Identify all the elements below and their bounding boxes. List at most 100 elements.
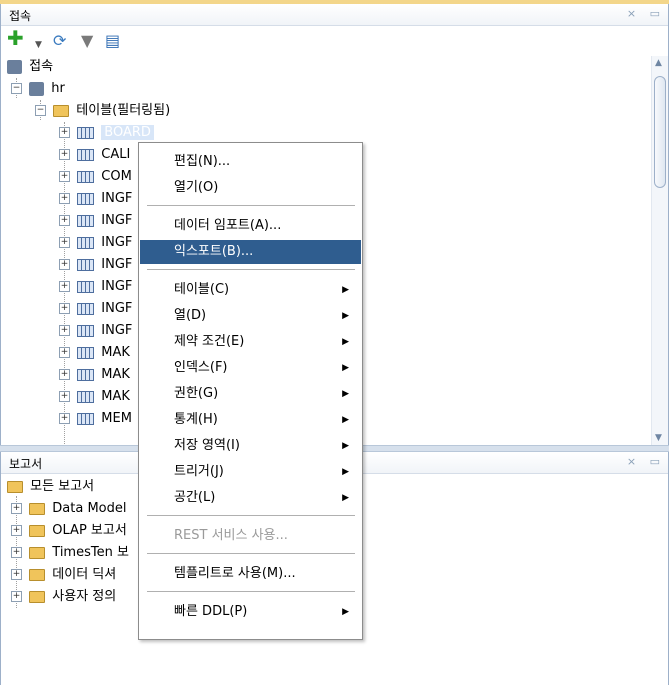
expand-toggle-icon[interactable]: +	[11, 591, 22, 602]
menu-separator	[147, 205, 355, 206]
tree-table-item[interactable]: + INGF	[59, 254, 132, 276]
expand-toggle-icon[interactable]: +	[59, 215, 70, 226]
menu-item-export[interactable]: 익스포트(B)...	[140, 240, 361, 264]
menu-item-import-data[interactable]: 데이터 임포트(A)...	[140, 214, 361, 238]
tree-tables-folder[interactable]: − 테이블(필터링됨)	[35, 100, 170, 122]
minimize-icon[interactable]: ▭	[650, 7, 660, 20]
connections-panel-title: 접속	[9, 9, 32, 23]
expand-toggle-icon[interactable]: +	[59, 369, 70, 380]
menu-item-edit[interactable]: 편집(N)...	[140, 150, 361, 174]
menu-item-use-as-template[interactable]: 템플리트로 사용(M)...	[140, 562, 361, 586]
scrollbar-thumb[interactable]	[654, 76, 666, 188]
tree-table-item[interactable]: + MEM	[59, 408, 132, 430]
menu-item-storage[interactable]: 저장 영역(I) ▶	[140, 434, 361, 458]
table-icon	[77, 236, 95, 249]
dropdown-arrow-icon[interactable]: ▼	[35, 37, 42, 53]
expand-toggle-icon[interactable]: +	[11, 569, 22, 580]
menu-item-column[interactable]: 열(D) ▶	[140, 304, 361, 328]
menu-separator	[147, 591, 355, 592]
filter-icon[interactable]: ▼	[81, 33, 93, 49]
submenu-arrow-icon: ▶	[342, 311, 349, 321]
menu-item-trigger[interactable]: 트리거(J) ▶	[140, 460, 361, 484]
expand-toggle-icon[interactable]: +	[11, 525, 22, 536]
expand-toggle-icon[interactable]: +	[59, 259, 70, 270]
expand-toggle-icon[interactable]: +	[59, 347, 70, 358]
tree-vertical-scrollbar[interactable]: ▲ ▼	[651, 56, 668, 445]
table-icon	[77, 390, 95, 403]
connections-icon	[7, 59, 22, 74]
tree-table-item[interactable]: + BOARD	[59, 122, 154, 144]
submenu-arrow-icon: ▶	[342, 285, 349, 295]
table-icon	[77, 148, 95, 161]
schema-browser-icon[interactable]: ▤	[105, 33, 120, 49]
menu-item-spatial[interactable]: 공간(L) ▶	[140, 486, 361, 510]
expand-toggle-icon[interactable]: +	[11, 503, 22, 514]
tree-table-item[interactable]: + INGF	[59, 188, 132, 210]
reports-item[interactable]: + 사용자 정의	[11, 586, 116, 608]
expand-toggle-icon[interactable]: +	[59, 171, 70, 182]
reports-item[interactable]: + Data Model	[11, 498, 127, 520]
reports-root[interactable]: 모든 보고서	[7, 476, 94, 498]
tree-table-item[interactable]: + COM	[59, 166, 132, 188]
table-icon	[77, 280, 95, 293]
close-icon[interactable]: ×	[627, 7, 636, 20]
close-icon[interactable]: ×	[627, 455, 636, 468]
menu-item-privileges[interactable]: 권한(G) ▶	[140, 382, 361, 406]
menu-separator	[147, 553, 355, 554]
menu-item-constraint[interactable]: 제약 조건(E) ▶	[140, 330, 361, 354]
submenu-arrow-icon: ▶	[342, 363, 349, 373]
submenu-arrow-icon: ▶	[342, 415, 349, 425]
scroll-up-icon[interactable]: ▲	[655, 58, 662, 68]
tree-table-item[interactable]: + INGF	[59, 276, 132, 298]
database-connection-icon	[29, 81, 45, 96]
expand-toggle-icon[interactable]: +	[59, 127, 70, 138]
submenu-arrow-icon: ▶	[342, 493, 349, 503]
tree-root-connections[interactable]: 접속	[7, 56, 53, 78]
table-icon	[77, 170, 95, 183]
expand-toggle-icon[interactable]: +	[59, 149, 70, 160]
tree-table-item[interactable]: + MAK	[59, 342, 130, 364]
tree-table-item[interactable]: + INGF	[59, 298, 132, 320]
tree-table-item[interactable]: + CALI	[59, 144, 130, 166]
reports-item[interactable]: + TimesTen 보	[11, 542, 129, 564]
expand-toggle-icon[interactable]: +	[59, 303, 70, 314]
reports-item[interactable]: + OLAP 보고서	[11, 520, 127, 542]
add-connection-icon[interactable]: ✚	[7, 28, 24, 48]
folder-icon	[29, 568, 46, 581]
menu-item-table[interactable]: 테이블(C) ▶	[140, 278, 361, 302]
scroll-down-icon[interactable]: ▼	[655, 433, 662, 443]
table-icon	[77, 126, 95, 139]
minimize-icon[interactable]: ▭	[650, 455, 660, 468]
menu-separator	[147, 269, 355, 270]
tree-table-item[interactable]: + INGF	[59, 232, 132, 254]
table-icon	[77, 412, 95, 425]
collapse-toggle-icon[interactable]: −	[11, 83, 22, 94]
tree-table-item[interactable]: + MAK	[59, 386, 130, 408]
tree-table-item[interactable]: + MAK	[59, 364, 130, 386]
table-icon	[77, 302, 95, 315]
folder-icon	[29, 546, 46, 559]
expand-toggle-icon[interactable]: +	[11, 547, 22, 558]
expand-toggle-icon[interactable]: +	[59, 193, 70, 204]
menu-item-open[interactable]: 열기(O)	[140, 176, 361, 200]
expand-toggle-icon[interactable]: +	[59, 237, 70, 248]
expand-toggle-icon[interactable]: +	[59, 391, 70, 402]
refresh-icon[interactable]: ⟳	[53, 33, 66, 49]
reports-item[interactable]: + 데이터 딕셔	[11, 564, 116, 586]
collapse-toggle-icon[interactable]: −	[35, 105, 46, 116]
expand-toggle-icon[interactable]: +	[59, 325, 70, 336]
menu-item-statistics[interactable]: 통계(H) ▶	[140, 408, 361, 432]
expand-toggle-icon[interactable]: +	[59, 281, 70, 292]
tree-table-item[interactable]: + INGF	[59, 320, 132, 342]
tree-connection-hr[interactable]: − hr	[11, 78, 65, 100]
reports-folder-icon	[7, 480, 23, 493]
submenu-arrow-icon: ▶	[342, 337, 349, 347]
tree-table-item[interactable]: + INGF	[59, 210, 132, 232]
connections-panel-header: 접속 × ▭	[1, 4, 668, 26]
expand-toggle-icon[interactable]: +	[59, 413, 70, 424]
submenu-arrow-icon: ▶	[342, 607, 349, 617]
folder-icon	[29, 502, 46, 515]
menu-item-quick-ddl[interactable]: 빠른 DDL(P) ▶	[140, 600, 361, 624]
menu-item-index[interactable]: 인덱스(F) ▶	[140, 356, 361, 380]
table-icon	[77, 214, 95, 227]
